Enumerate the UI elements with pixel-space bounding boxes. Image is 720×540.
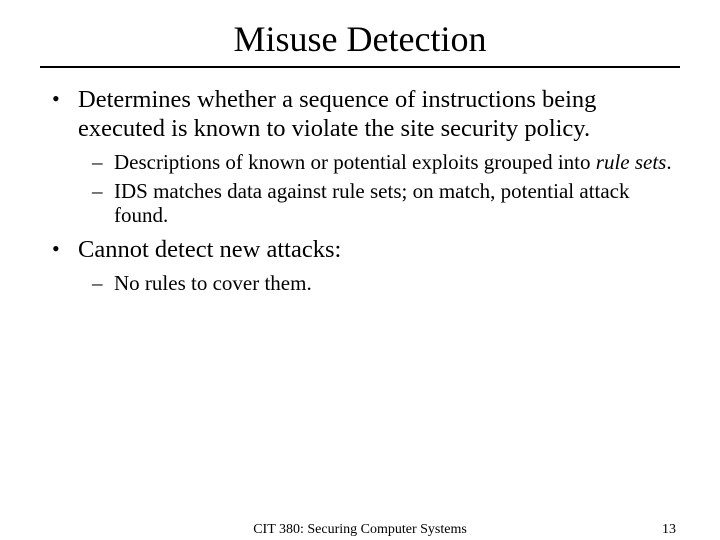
footer-page-number: 13 — [662, 522, 676, 538]
bullet-list-level2: No rules to cover them. — [78, 271, 680, 296]
bullet-list-level2: Descriptions of known or potential explo… — [78, 150, 680, 228]
bullet-text: Determines whether a sequence of instruc… — [78, 86, 596, 142]
bullet-item: Descriptions of known or potential explo… — [78, 150, 680, 175]
bullet-item: Cannot detect new attacks: No rules to c… — [40, 236, 680, 296]
bullet-item: No rules to cover them. — [78, 271, 680, 296]
bullet-item: IDS matches data against rule sets; on m… — [78, 179, 680, 229]
emphasis: rule sets — [596, 150, 667, 174]
slide: Misuse Detection Determines whether a se… — [0, 0, 720, 540]
bullet-text: Cannot detect new attacks: — [78, 236, 341, 263]
bullet-list-level1: Determines whether a sequence of instruc… — [40, 86, 680, 296]
bullet-text: . — [666, 150, 671, 174]
bullet-item: Determines whether a sequence of instruc… — [40, 86, 680, 228]
title-rule — [40, 66, 680, 68]
bullet-text: Descriptions of known or potential explo… — [114, 150, 596, 174]
slide-title: Misuse Detection — [40, 18, 680, 60]
footer-course: CIT 380: Securing Computer Systems — [253, 522, 467, 538]
bullet-text: IDS matches data against rule sets; on m… — [114, 179, 630, 228]
slide-content: Determines whether a sequence of instruc… — [40, 86, 680, 296]
bullet-text: No rules to cover them. — [114, 271, 312, 295]
